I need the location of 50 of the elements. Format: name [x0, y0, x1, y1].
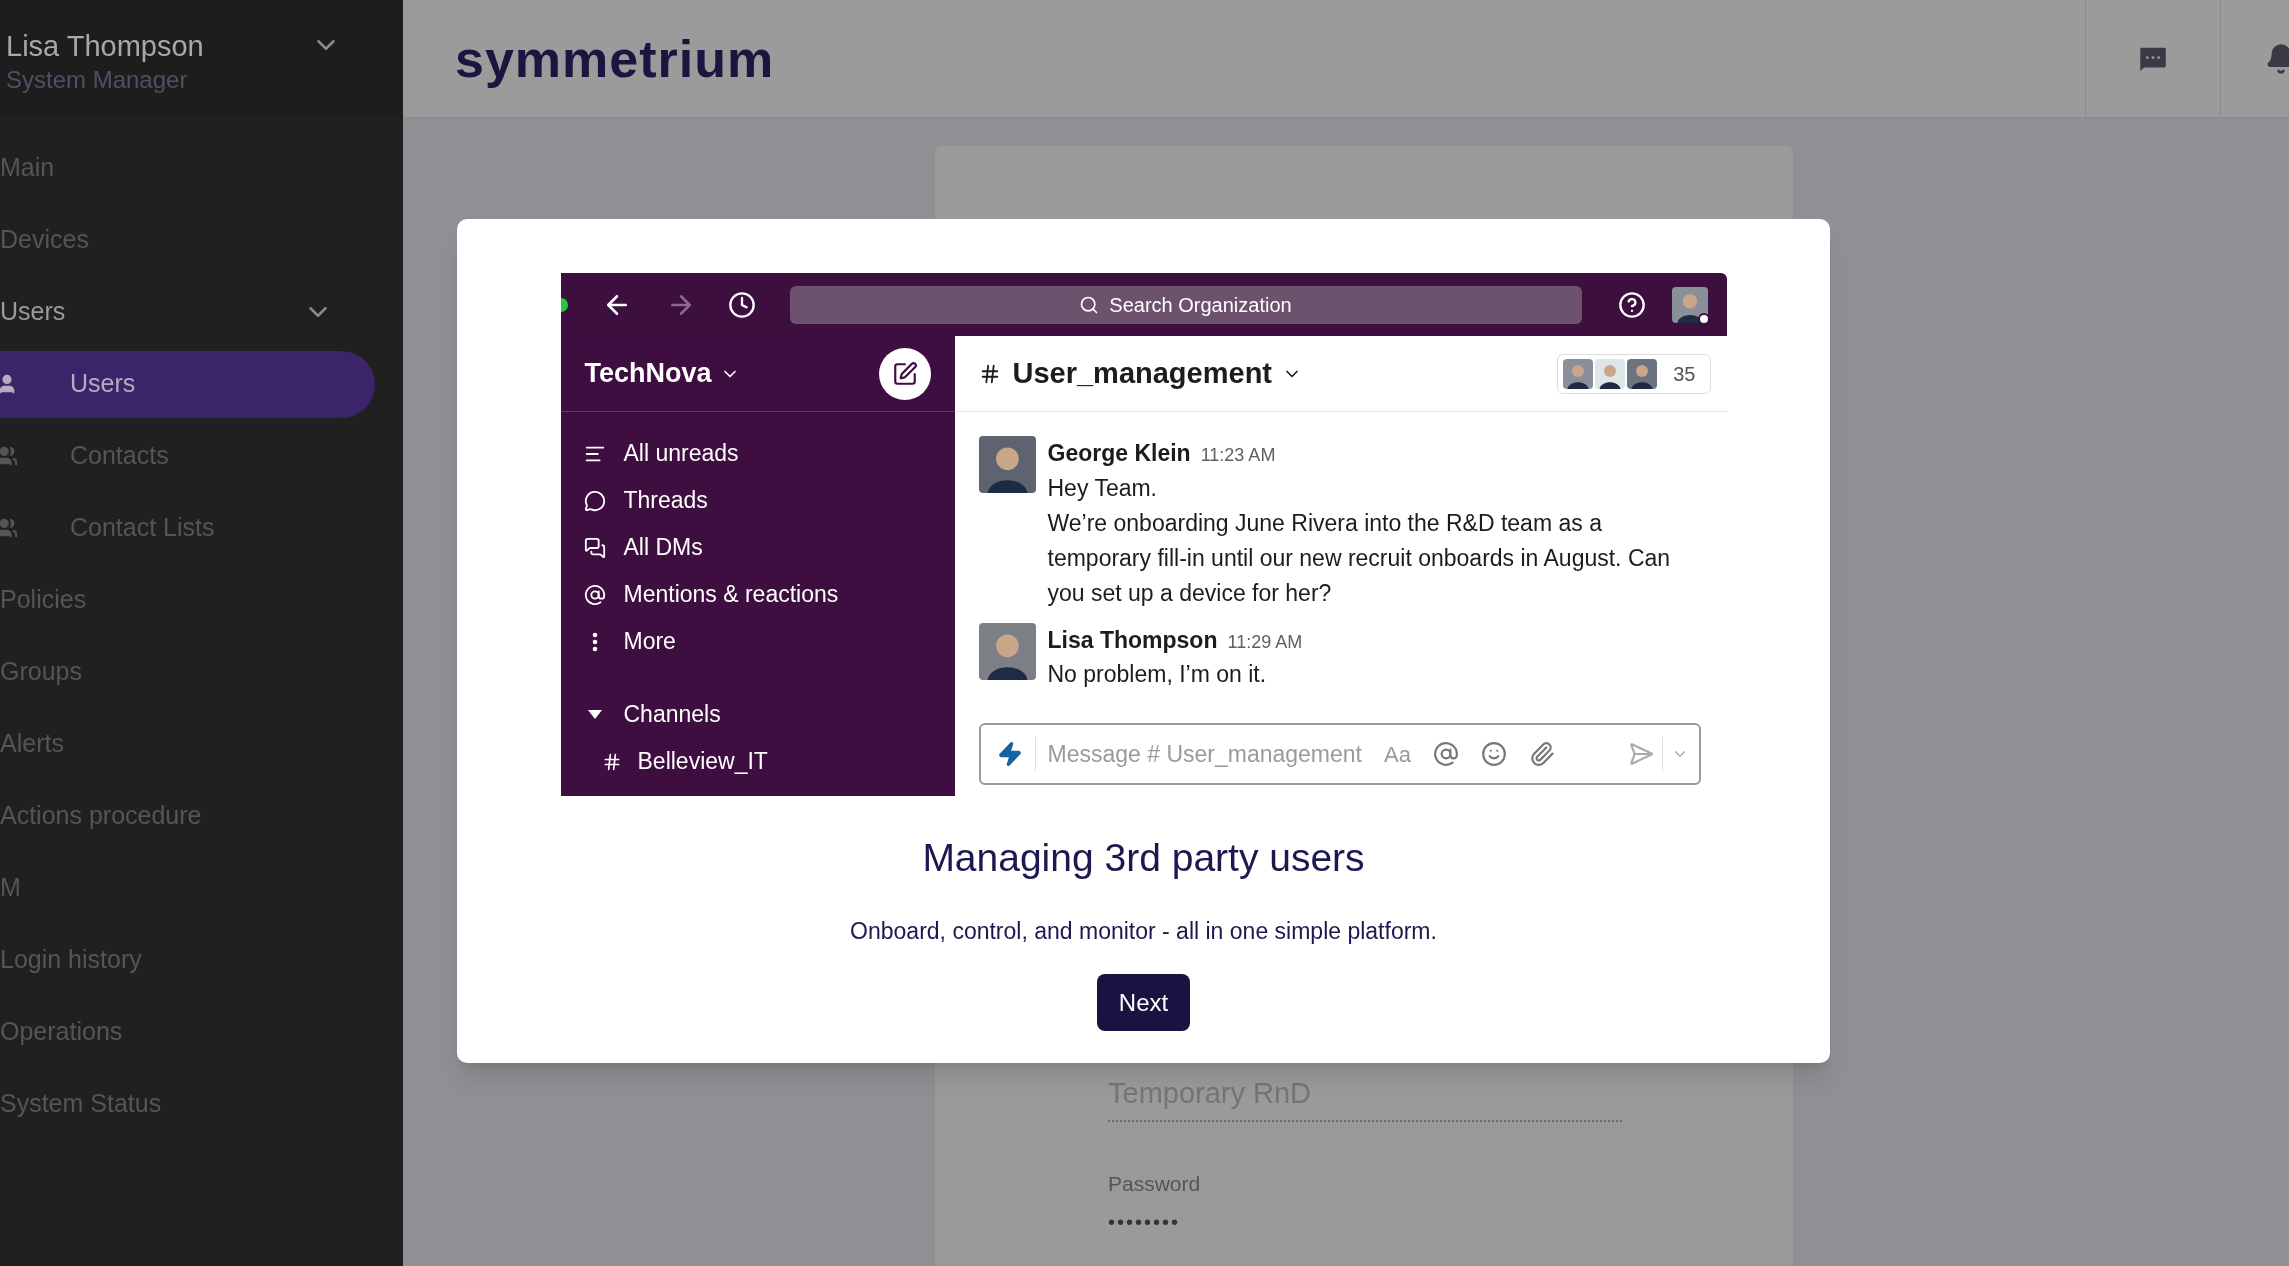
- password-field[interactable]: ••••••••: [1108, 1207, 1793, 1237]
- people-icon: [0, 517, 18, 539]
- people-icon: [0, 445, 18, 467]
- search-field[interactable]: Search Organization: [789, 285, 1582, 324]
- member-avatar: [1595, 358, 1626, 389]
- password-label: Password: [1108, 1170, 1202, 1197]
- nav-item[interactable]: More: [583, 618, 955, 665]
- sidebar-section[interactable]: Users: [0, 276, 403, 348]
- next-button[interactable]: Next: [1097, 974, 1190, 1031]
- user-name: Lisa Thompson: [6, 29, 204, 64]
- message-time: 11:23 AM: [1200, 444, 1276, 467]
- nav-item[interactable]: Mentions & reactions: [583, 571, 955, 618]
- message-text: We’re onboarding June Rivera into the R&D team as a temporary fill-in until our new recruit onboards in August. Can you set up a device for her?: [1047, 508, 1672, 608]
- member-avatar: [1563, 358, 1594, 389]
- user-avatar: [978, 622, 1036, 680]
- dialog-subtitle: Onboard, control, and monitor - all in one simple platform.: [850, 916, 1437, 946]
- smiley-icon[interactable]: [1480, 741, 1507, 767]
- search-icon: [1079, 294, 1100, 315]
- message-author[interactable]: Lisa Thompson: [1047, 622, 1218, 657]
- paperclip-icon[interactable]: [1528, 741, 1555, 767]
- lightning-icon[interactable]: [996, 741, 1023, 767]
- profile-avatar: [1671, 286, 1708, 323]
- help-icon[interactable]: [1617, 290, 1646, 319]
- message-time: 11:29 AM: [1227, 630, 1303, 654]
- channel-item[interactable]: Belleview_IT: [583, 738, 955, 785]
- logo[interactable]: symmetrium: [455, 19, 775, 98]
- compose-icon: [891, 360, 918, 387]
- channels-header[interactable]: Channels: [583, 691, 955, 738]
- more-icon: [591, 631, 598, 652]
- workspace-name[interactable]: TechNova: [584, 353, 740, 394]
- history-icon[interactable]: [727, 290, 756, 319]
- member-avatar: [1627, 358, 1658, 389]
- at-sign-icon[interactable]: [1432, 741, 1459, 767]
- nav-item[interactable]: All DMs: [583, 524, 955, 571]
- user-avatar: [978, 436, 1036, 493]
- dialog-title: Managing 3rd party users: [922, 835, 1365, 881]
- nav-item[interactable]: Threads: [583, 477, 955, 524]
- nav-item[interactable]: All unreads: [583, 430, 955, 477]
- bell-icon[interactable]: [2265, 42, 2289, 75]
- user-role: System Manager: [6, 65, 189, 95]
- message-author[interactable]: George Klein: [1047, 436, 1191, 471]
- speech-bubble-icon: [583, 489, 606, 512]
- speech-bubbles-icon: [583, 536, 606, 559]
- message-text: Hey Team.: [1047, 473, 1158, 503]
- message-text: No problem, I’m on it.: [1047, 660, 1268, 689]
- sidebar-item[interactable]: Users: [0, 350, 375, 418]
- at-sign-icon: [583, 583, 606, 606]
- send-icon[interactable]: [1627, 741, 1654, 767]
- members-button[interactable]: 35: [1557, 353, 1711, 394]
- channel-name[interactable]: User_management: [1012, 351, 1272, 396]
